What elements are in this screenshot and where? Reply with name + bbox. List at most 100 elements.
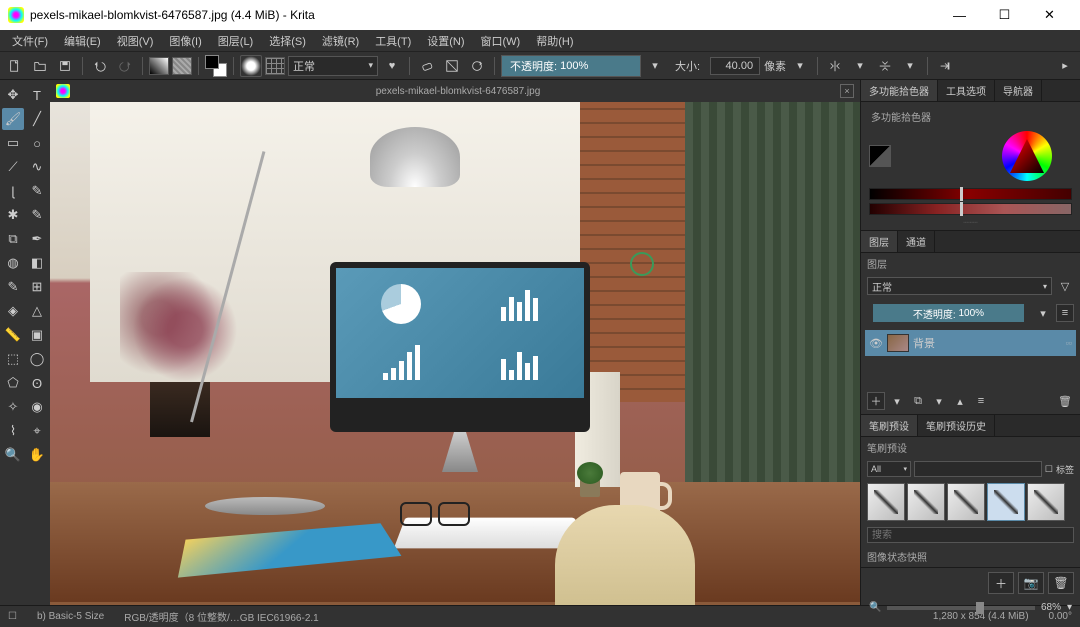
save-button[interactable] xyxy=(54,55,76,77)
pattern-tool[interactable]: ⊞ xyxy=(26,276,48,298)
layer-filter-button[interactable]: ▽ xyxy=(1056,277,1074,295)
bezier-select-tool[interactable]: ⌇ xyxy=(2,420,24,442)
delete-layer-button[interactable]: 🗑 xyxy=(1056,392,1074,410)
gradient-tool[interactable]: ◧ xyxy=(26,252,48,274)
dynamic-brush-tool[interactable]: ✎ xyxy=(26,180,48,202)
shade-bar-2[interactable] xyxy=(869,203,1072,215)
freehand-select-tool[interactable]: ʘ xyxy=(26,372,48,394)
move-tool[interactable]: ✥ xyxy=(2,84,24,106)
shade-bar-1[interactable] xyxy=(869,188,1072,200)
polyline-tool[interactable]: ⟋ xyxy=(2,156,24,178)
layer-blend-combo[interactable]: 正常 xyxy=(867,277,1052,295)
eraser-mode-button[interactable] xyxy=(416,55,438,77)
workspace-button[interactable]: ▸ xyxy=(1054,55,1076,77)
brush-tag-filter[interactable]: All xyxy=(867,461,911,477)
menu-window[interactable]: 窗口(W) xyxy=(473,31,529,51)
blend-fav-button[interactable]: ♥ xyxy=(381,55,403,77)
redo-button[interactable] xyxy=(114,55,136,77)
layer-item-background[interactable]: 👁 背景 ▫▫ xyxy=(865,330,1076,356)
channels-tab[interactable]: 通道 xyxy=(898,231,935,252)
measure-tool[interactable]: 📏 xyxy=(2,324,24,346)
status-checkbox[interactable]: ☐ xyxy=(8,611,17,622)
menu-filter[interactable]: 滤镜(R) xyxy=(314,31,367,51)
color-swatch[interactable] xyxy=(205,55,227,77)
mirror-v-button[interactable] xyxy=(874,55,896,77)
edit-shapes-tool[interactable]: ✎ xyxy=(26,204,48,226)
calligraphy-tool[interactable]: ✒ xyxy=(26,228,48,250)
menu-image[interactable]: 图像(I) xyxy=(161,31,209,51)
menu-view[interactable]: 视图(V) xyxy=(109,31,162,51)
multibrush-tool[interactable]: ✱ xyxy=(2,204,24,226)
layer-up-button[interactable]: ▴ xyxy=(951,392,969,410)
layer-visibility-icon[interactable]: 👁 xyxy=(869,337,883,350)
reference-tool[interactable]: ▣ xyxy=(26,324,48,346)
brush-presets-tab[interactable]: 笔刷预设 xyxy=(861,415,918,436)
rect-tool[interactable]: ▭ xyxy=(2,132,24,154)
color-wheel[interactable] xyxy=(1002,131,1052,181)
layer-down-button[interactable]: ▾ xyxy=(930,392,948,410)
menu-edit[interactable]: 编辑(E) xyxy=(56,31,109,51)
snapshot-camera-button[interactable]: 📷 xyxy=(1018,572,1044,594)
layer-opacity-drop[interactable]: ▾ xyxy=(1034,304,1052,322)
reload-preset-button[interactable] xyxy=(466,55,488,77)
brush-preset-1[interactable] xyxy=(867,483,905,521)
opacity-dropdown[interactable]: ▾ xyxy=(644,55,666,77)
crop-tool[interactable]: ⧉ xyxy=(2,228,24,250)
minimize-button[interactable]: — xyxy=(937,0,982,30)
brush-preset-4[interactable] xyxy=(987,483,1025,521)
menu-layer[interactable]: 图层(L) xyxy=(210,31,261,51)
brush-presets-button[interactable] xyxy=(265,57,285,75)
rect-select-tool[interactable]: ⬚ xyxy=(2,348,24,370)
contiguous-select-tool[interactable]: ✧ xyxy=(2,396,24,418)
opacity-slider[interactable]: 不透明度: 100% xyxy=(501,55,641,77)
ellipse-select-tool[interactable]: ◯ xyxy=(26,348,48,370)
transform-tool[interactable]: T xyxy=(26,84,48,106)
fill-tool[interactable]: ◍ xyxy=(2,252,24,274)
pattern-swatch[interactable] xyxy=(172,57,192,75)
assistant-tool[interactable]: △ xyxy=(26,300,48,322)
brush-preset-2[interactable] xyxy=(907,483,945,521)
line-tool[interactable]: ╱ xyxy=(26,108,48,130)
mirror-h-button[interactable] xyxy=(824,55,846,77)
mirror-v-drop[interactable]: ▾ xyxy=(899,55,921,77)
layer-settings-button[interactable]: ≡ xyxy=(1056,304,1074,322)
color-picker-tool[interactable]: ✎ xyxy=(2,276,24,298)
wrap-mode-button[interactable] xyxy=(934,55,956,77)
smart-patch-tool[interactable]: ◈ xyxy=(2,300,24,322)
panel-resize-handle[interactable]: ┄┄┄ xyxy=(865,218,1076,226)
layers-tab[interactable]: 图层 xyxy=(861,231,898,252)
snapshot-delete-button[interactable]: 🗑 xyxy=(1048,572,1074,594)
canvas[interactable] xyxy=(50,102,860,605)
new-file-button[interactable] xyxy=(4,55,26,77)
gradient-swatch[interactable] xyxy=(149,57,169,75)
magnetic-select-tool[interactable]: ⌖ xyxy=(26,420,48,442)
add-layer-drop[interactable]: ▾ xyxy=(888,392,906,410)
mirror-h-drop[interactable]: ▾ xyxy=(849,55,871,77)
brush-preset-3[interactable] xyxy=(947,483,985,521)
similar-select-tool[interactable]: ◉ xyxy=(26,396,48,418)
brush-tool[interactable]: 🖌 xyxy=(2,108,24,130)
brush-preview-button[interactable] xyxy=(240,55,262,77)
menu-tools[interactable]: 工具(T) xyxy=(367,31,419,51)
menu-file[interactable]: 文件(F) xyxy=(4,31,56,51)
menu-settings[interactable]: 设置(N) xyxy=(419,31,472,51)
brush-tag-input[interactable] xyxy=(914,461,1042,477)
close-document-button[interactable]: × xyxy=(840,84,854,98)
menu-help[interactable]: 帮助(H) xyxy=(528,31,581,51)
pan-tool[interactable]: ✋ xyxy=(26,444,48,466)
bezier-tool[interactable]: ∿ xyxy=(26,156,48,178)
maximize-button[interactable]: ☐ xyxy=(982,0,1027,30)
blend-mode-combo[interactable]: 正常 xyxy=(288,56,378,76)
zoom-slider[interactable] xyxy=(887,606,1035,610)
layer-opacity-slider[interactable]: 不透明度: 100% xyxy=(873,304,1024,322)
tool-options-tab[interactable]: 工具选项 xyxy=(938,80,995,101)
brush-preset-5[interactable] xyxy=(1027,483,1065,521)
snapshot-add-button[interactable]: ＋ xyxy=(988,572,1014,594)
color-picker-tab[interactable]: 多功能拾色器 xyxy=(861,80,938,101)
close-button[interactable]: ✕ xyxy=(1027,0,1072,30)
freehand-tool[interactable]: ɭ xyxy=(2,180,24,202)
duplicate-layer-button[interactable]: ⧉ xyxy=(909,392,927,410)
alpha-lock-button[interactable] xyxy=(441,55,463,77)
document-tab[interactable]: pexels-mikael-blomkvist-6476587.jpg × xyxy=(50,80,860,102)
ellipse-tool[interactable]: ○ xyxy=(26,132,48,154)
